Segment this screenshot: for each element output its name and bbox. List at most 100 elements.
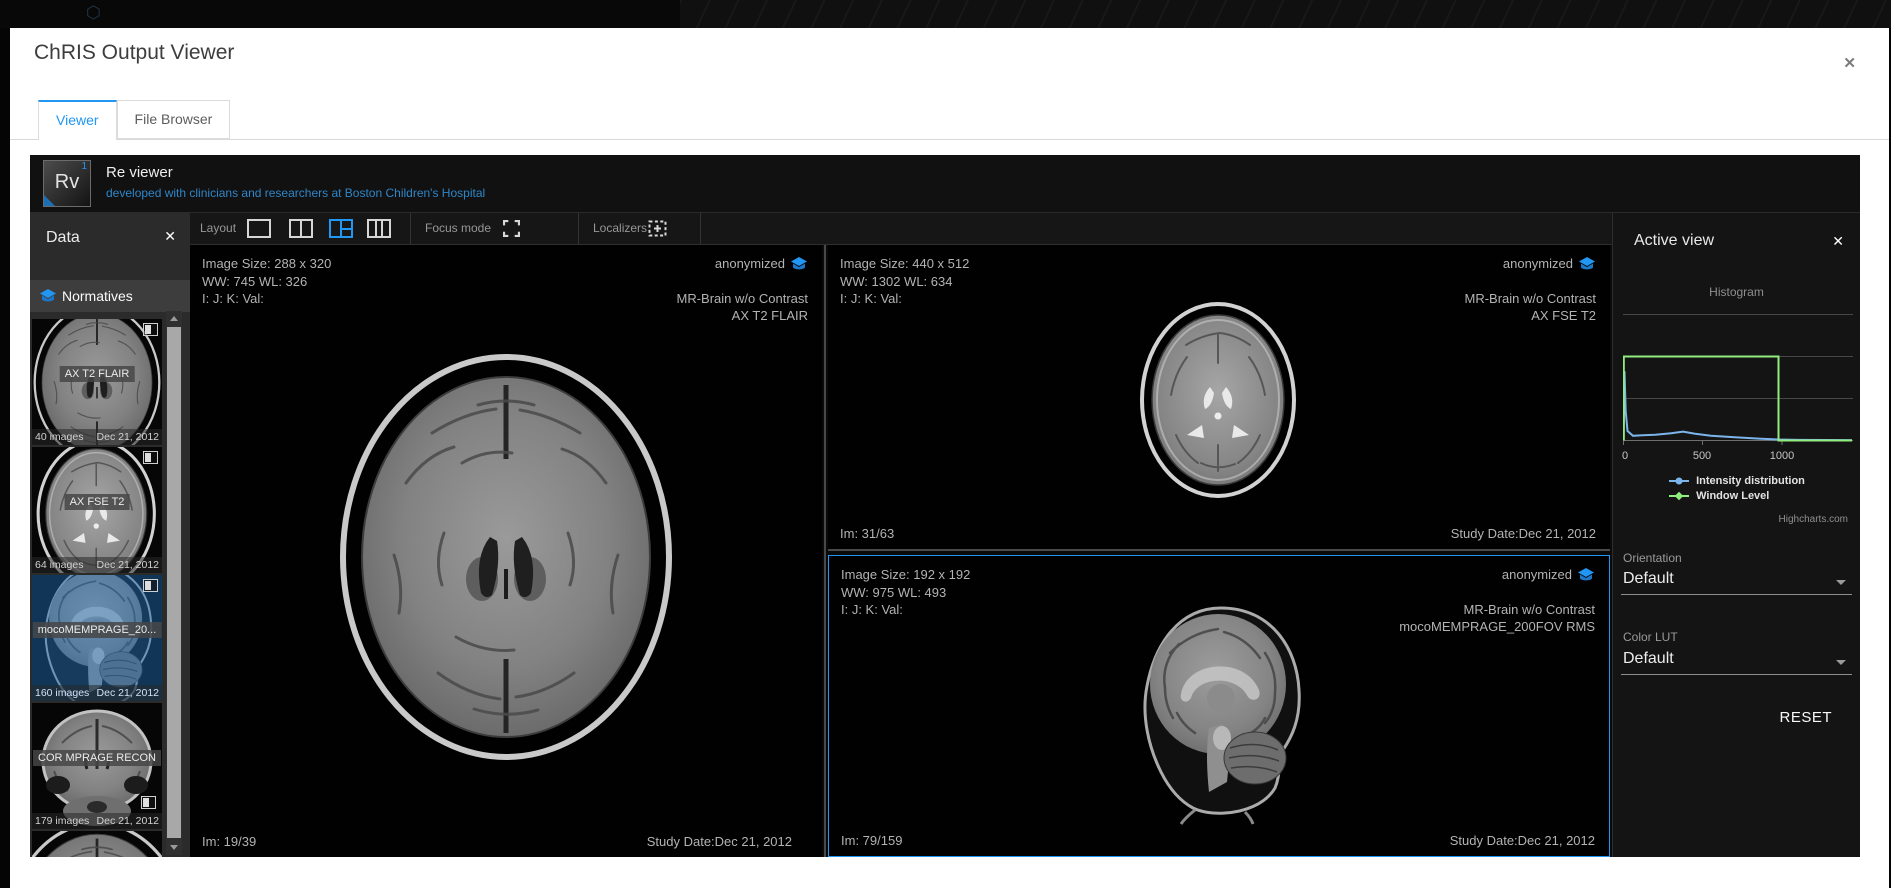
- reset-button[interactable]: RESET: [1779, 709, 1832, 726]
- series-count: 64 images: [35, 557, 83, 573]
- scroll-down-arrow[interactable]: [166, 840, 182, 855]
- rv-logo: Rv 1: [43, 160, 91, 207]
- histogram-title: Histogram: [1613, 285, 1860, 299]
- highcharts-credit-link[interactable]: Highcharts.com: [1779, 514, 1848, 525]
- layout-position-icon: [143, 579, 158, 592]
- rv-logo-accent: [44, 195, 55, 206]
- viewport-info-topright: anonymized MR-Brain w/o Contrast AX FSE …: [1465, 255, 1596, 325]
- sidebar-group-normatives[interactable]: Normatives: [30, 280, 190, 312]
- layout-one-plus-two-views-button[interactable]: [329, 219, 353, 238]
- localizers-label: Localizers: [593, 213, 647, 244]
- image-size-text: Image Size: 288 x 320: [202, 255, 331, 273]
- thumbnail-mocomemprage[interactable]: mocoMEMPRAGE_20... 160 images Dec 21, 20…: [32, 575, 162, 701]
- axial-flair-mri-image: [306, 341, 706, 771]
- image-size-text: Image Size: 192 x 192: [841, 566, 970, 584]
- series-label: mocoMEMPRAGE_20...: [33, 622, 162, 638]
- tab-bar: Viewer File Browser: [38, 100, 230, 140]
- thumbnail-ax-t2-flair[interactable]: AX T2 FLAIR 40 images Dec 21, 2012: [32, 319, 162, 445]
- series-description-text: AX T2 FLAIR: [677, 307, 808, 325]
- thumbnail-ax-fse-t2[interactable]: AX FSE T2 64 images Dec 21, 2012: [32, 447, 162, 573]
- viewport-mocomemprage-selected[interactable]: Image Size: 192 x 192 WW: 975 WL: 493 I:…: [828, 555, 1610, 857]
- active-view-close-icon[interactable]: ✕: [1832, 233, 1844, 250]
- series-thumbnail-list: AX T2 FLAIR 40 images Dec 21, 2012 AX FS…: [32, 319, 164, 857]
- rv-logo-badge: 1: [81, 161, 87, 172]
- modal-close-icon[interactable]: ✕: [1843, 54, 1856, 72]
- image-index-text: Im: 31/63: [840, 526, 894, 541]
- legend-window-level[interactable]: Window Level: [1668, 490, 1769, 502]
- image-size-text: Image Size: 440 x 512: [840, 255, 969, 273]
- ijk-text: I: J: K: Val:: [202, 290, 331, 308]
- anonymized-icon: [1578, 256, 1596, 271]
- color-lut-select[interactable]: Default: [1623, 650, 1674, 668]
- x-tick-0: 0: [1622, 450, 1628, 462]
- series-label: AX FSE T2: [65, 494, 130, 510]
- series-date: Dec 21, 2012: [97, 813, 159, 829]
- sagittal-mri-image: [1125, 598, 1315, 826]
- localizers-icon[interactable]: [648, 220, 667, 237]
- layout-section: Layout: [190, 213, 411, 244]
- focus-mode-section: Focus mode: [410, 213, 579, 244]
- anonymized-icon: [790, 256, 808, 271]
- series-meta: 40 images Dec 21, 2012: [32, 429, 162, 445]
- image-index-text: Im: 79/159: [841, 833, 902, 848]
- page-top-bar: ⬡: [0, 0, 1891, 28]
- legend-label: Intensity distribution: [1696, 475, 1805, 487]
- localizers-section: Localizers: [578, 213, 701, 244]
- intensity-distribution-line: [1624, 371, 1853, 440]
- layout-two-views-button[interactable]: [289, 219, 313, 238]
- sidebar-close-icon[interactable]: ✕: [164, 228, 176, 245]
- ijk-text: I: J: K: Val:: [841, 601, 970, 619]
- background-logo-icon: ⬡: [86, 3, 101, 23]
- series-meta: 160 images Dec 21, 2012: [32, 685, 162, 701]
- tab-file-browser[interactable]: File Browser: [117, 100, 231, 139]
- viewport-info-topright: anonymized MR-Brain w/o Contrast AX T2 F…: [677, 255, 808, 325]
- orientation-caret-icon[interactable]: [1836, 580, 1846, 585]
- tab-bar-divider: [10, 139, 1889, 140]
- legend-intensity-distribution[interactable]: Intensity distribution: [1668, 475, 1805, 487]
- layout-single-view-button[interactable]: [247, 219, 271, 238]
- image-index-text: Im: 19/39: [202, 834, 256, 849]
- scroll-up-arrow[interactable]: [166, 311, 182, 326]
- anonymized-text: anonymized: [1502, 566, 1572, 584]
- layout-label: Layout: [200, 213, 236, 244]
- layout-three-views-button[interactable]: [367, 219, 391, 238]
- series-date: Dec 21, 2012: [97, 429, 159, 445]
- window-level-text: WW: 975 WL: 493: [841, 584, 970, 602]
- sidebar-scrollbar[interactable]: [166, 311, 182, 855]
- scrollbar-thumb[interactable]: [167, 327, 181, 838]
- focus-mode-icon[interactable]: [503, 220, 520, 237]
- study-description-text: MR-Brain w/o Contrast: [677, 290, 808, 308]
- viewport-ax-fse-t2[interactable]: Image Size: 440 x 512 WW: 1302 WL: 634 I…: [828, 245, 1610, 551]
- series-count: 160 images: [35, 685, 89, 701]
- thumbnail-cor-mprage-recon[interactable]: COR MPRAGE RECON 179 images Dec 21, 2012: [32, 703, 162, 829]
- axial-t2-mri-image: [1126, 295, 1311, 505]
- active-view-panel: Active view ✕ Histogram: [1612, 213, 1860, 857]
- x-tick-1000: 1000: [1770, 450, 1794, 462]
- color-lut-caret-icon[interactable]: [1836, 660, 1846, 665]
- background-pattern: [680, 0, 1891, 28]
- window-level-text: WW: 1302 WL: 634: [840, 273, 969, 291]
- series-date: Dec 21, 2012: [97, 685, 159, 701]
- series-meta: 179 images Dec 21, 2012: [32, 813, 162, 829]
- study-date-text: Study Date:Dec 21, 2012: [647, 834, 792, 849]
- orientation-underline: [1621, 594, 1852, 595]
- app-title: Re viewer: [106, 164, 173, 181]
- app-header: Rv 1 Re viewer developed with clinicians…: [30, 155, 1860, 213]
- viewport-ax-t2-flair[interactable]: Image Size: 288 x 320 WW: 745 WL: 326 I:…: [190, 245, 822, 857]
- series-count: 179 images: [35, 813, 89, 829]
- layout-position-icon: [141, 796, 156, 809]
- window-level-marker-icon: [1668, 491, 1690, 501]
- series-label: AX T2 FLAIR: [60, 366, 135, 382]
- intensity-marker-icon: [1668, 476, 1690, 486]
- active-view-title: Active view: [1634, 232, 1714, 250]
- tab-viewer[interactable]: Viewer: [38, 100, 117, 140]
- thumbnail-partial[interactable]: [32, 831, 162, 857]
- anonymized-icon: [1577, 567, 1595, 582]
- x-tick-500: 500: [1693, 450, 1711, 462]
- chris-output-viewer-modal: ChRIS Output Viewer ✕ Viewer File Browse…: [10, 28, 1889, 888]
- legend-label: Window Level: [1696, 490, 1769, 502]
- focus-mode-label: Focus mode: [425, 213, 491, 244]
- orientation-select[interactable]: Default: [1623, 570, 1674, 588]
- orientation-label: Orientation: [1623, 551, 1682, 565]
- viewer-toolbar: Layout Focus mode Localizers: [190, 213, 1612, 245]
